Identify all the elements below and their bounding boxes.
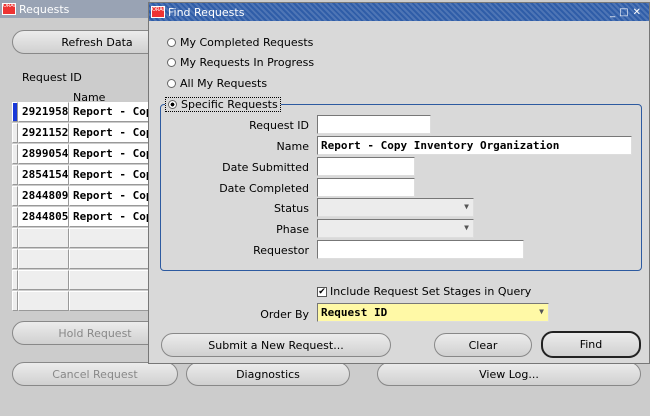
requestor-field[interactable] bbox=[317, 240, 524, 259]
request-name-cell[interactable] bbox=[69, 270, 149, 290]
request-name-cell[interactable]: Report - Copy bbox=[69, 186, 149, 206]
row-selector[interactable] bbox=[12, 102, 18, 122]
refresh-data-label: Refresh Data bbox=[61, 35, 133, 49]
find-requests-window: ORACLE Find Requests _□✕ My Completed Re… bbox=[148, 2, 650, 364]
radio-all-my-requests[interactable]: All My Requests bbox=[167, 77, 267, 90]
submit-new-request-label: Submit a New Request... bbox=[208, 338, 344, 352]
radio-label: My Completed Requests bbox=[180, 36, 314, 49]
status-select[interactable]: ▼ bbox=[317, 198, 474, 217]
request-name-cell[interactable]: Report - Copy bbox=[69, 144, 149, 164]
date-completed-field[interactable] bbox=[317, 178, 415, 197]
radio-my-completed[interactable]: My Completed Requests bbox=[167, 36, 313, 49]
radio-label: Specific Requests bbox=[181, 98, 278, 111]
find-label: Find bbox=[579, 338, 603, 351]
dropdown-arrow-icon: ▼ bbox=[464, 223, 469, 232]
find-requests-title: Find Requests bbox=[168, 5, 245, 19]
row-selector[interactable] bbox=[12, 228, 18, 248]
radio-dot-selected bbox=[168, 100, 177, 109]
dropdown-arrow-icon: ▼ bbox=[539, 307, 544, 316]
name-field[interactable]: Report - Copy Inventory Organization bbox=[317, 136, 632, 155]
oracle-app-icon: ORACLE bbox=[2, 3, 16, 15]
find-requests-title-bar[interactable]: ORACLE Find Requests _□✕ bbox=[149, 3, 649, 21]
window-controls: _□✕ bbox=[610, 7, 645, 18]
request-name-cell[interactable] bbox=[69, 228, 149, 248]
name-label: Name bbox=[276, 140, 309, 153]
request-id-cell[interactable]: 2854154 bbox=[18, 165, 69, 185]
date-submitted-label: Date Submitted bbox=[222, 161, 309, 174]
request-id-cell[interactable] bbox=[18, 228, 69, 248]
request-name-cell[interactable]: Report - Copy bbox=[69, 165, 149, 185]
order-by-label: Order By bbox=[260, 308, 309, 321]
request-id-cell[interactable] bbox=[18, 270, 69, 290]
phase-select[interactable]: ▼ bbox=[317, 219, 474, 238]
requests-title: Requests bbox=[19, 2, 70, 16]
clear-button[interactable]: Clear bbox=[434, 333, 532, 357]
request-name-cell[interactable]: Report - Copy bbox=[69, 207, 149, 227]
row-selector[interactable] bbox=[12, 270, 18, 290]
include-stages-checkbox[interactable]: ✔ Include Request Set Stages in Query bbox=[317, 285, 531, 298]
view-log-label: View Log... bbox=[479, 367, 539, 381]
request-id-cell[interactable]: 2921958 bbox=[18, 102, 69, 122]
request-name-cell[interactable] bbox=[69, 291, 149, 311]
row-selector[interactable] bbox=[12, 291, 18, 311]
date-submitted-field[interactable] bbox=[317, 157, 415, 176]
radio-specific-requests[interactable]: Specific Requests bbox=[165, 97, 281, 112]
row-selector[interactable] bbox=[12, 186, 18, 206]
request-id-cell[interactable] bbox=[18, 291, 69, 311]
date-completed-label: Date Completed bbox=[219, 182, 309, 195]
view-log-button[interactable]: View Log... bbox=[377, 362, 641, 386]
hold-request-label: Hold Request bbox=[58, 326, 132, 340]
cancel-request-button[interactable]: Cancel Request bbox=[12, 362, 178, 386]
request-name-cell[interactable]: Report - Copy bbox=[69, 102, 149, 122]
dropdown-arrow-icon: ▼ bbox=[464, 202, 469, 211]
request-name-cell[interactable]: Report - Copy bbox=[69, 123, 149, 143]
diagnostics-label: Diagnostics bbox=[236, 367, 300, 381]
order-by-select[interactable]: Request ID ▼ bbox=[317, 303, 549, 322]
row-selector[interactable] bbox=[12, 165, 18, 185]
col-header-request-id: Request ID bbox=[22, 71, 82, 84]
phase-label: Phase bbox=[276, 223, 309, 236]
oracle-app-icon: ORACLE bbox=[151, 6, 165, 18]
request-id-cell[interactable]: 2921152 bbox=[18, 123, 69, 143]
status-label: Status bbox=[273, 202, 309, 215]
request-id-cell[interactable] bbox=[18, 249, 69, 269]
minimize-icon[interactable]: _ bbox=[610, 7, 619, 18]
radio-dot bbox=[167, 38, 176, 47]
row-selector[interactable] bbox=[12, 207, 18, 227]
radio-my-in-progress[interactable]: My Requests In Progress bbox=[167, 56, 314, 69]
request-id-cell[interactable]: 2899054 bbox=[18, 144, 69, 164]
row-selector[interactable] bbox=[12, 249, 18, 269]
radio-label: My Requests In Progress bbox=[180, 56, 315, 69]
row-selector[interactable] bbox=[12, 144, 18, 164]
requestor-label: Requestor bbox=[253, 244, 309, 257]
find-button[interactable]: Find bbox=[541, 331, 641, 358]
row-selector[interactable] bbox=[12, 123, 18, 143]
clear-label: Clear bbox=[468, 338, 498, 352]
maximize-icon[interactable]: □ bbox=[619, 7, 632, 18]
request-name-cell[interactable] bbox=[69, 249, 149, 269]
checkmark-icon: ✔ bbox=[317, 286, 327, 297]
diagnostics-button[interactable]: Diagnostics bbox=[186, 362, 350, 386]
radio-dot bbox=[167, 58, 176, 67]
radio-dot bbox=[167, 79, 176, 88]
radio-label: All My Requests bbox=[180, 77, 268, 90]
requests-title-bar[interactable]: ORACLE Requests bbox=[0, 0, 150, 18]
request-id-cell[interactable]: 2844809 bbox=[18, 186, 69, 206]
close-icon[interactable]: ✕ bbox=[633, 7, 645, 18]
include-stages-label: Include Request Set Stages in Query bbox=[330, 285, 532, 298]
submit-new-request-button[interactable]: Submit a New Request... bbox=[161, 333, 391, 357]
cancel-request-label: Cancel Request bbox=[52, 367, 138, 381]
request-id-label: Request ID bbox=[249, 119, 309, 132]
request-id-field[interactable] bbox=[317, 115, 431, 134]
request-id-cell[interactable]: 2844805 bbox=[18, 207, 69, 227]
order-by-value: Request ID bbox=[321, 306, 388, 319]
